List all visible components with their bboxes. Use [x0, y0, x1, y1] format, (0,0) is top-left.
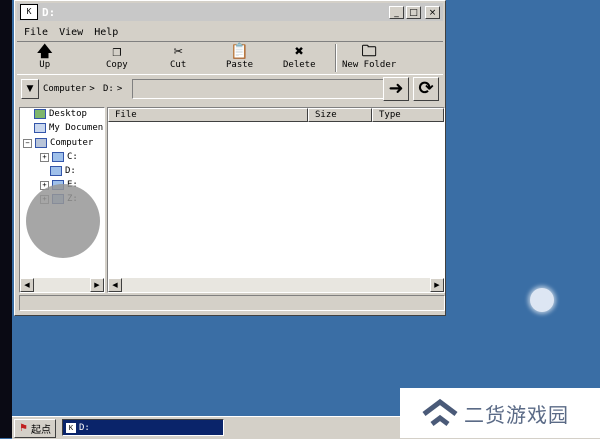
close-button[interactable]: × — [425, 5, 440, 19]
tree-item-label: C: — [67, 152, 78, 162]
drive-icon — [52, 152, 64, 162]
copy-button[interactable]: ❐ Copy — [106, 42, 128, 71]
menu-view[interactable]: View — [59, 27, 83, 38]
up-label: Up — [39, 60, 51, 70]
crumb-computer[interactable]: Computer > — [43, 79, 95, 99]
cut-button[interactable]: ✂ Cut — [170, 42, 187, 71]
refresh-icon: ⟳ — [418, 78, 434, 99]
toolbar-separator — [335, 44, 337, 72]
paste-label: Paste — [226, 60, 254, 70]
paste-icon: 📋 — [230, 42, 249, 60]
watermark: 二货游戏园 — [400, 388, 600, 438]
history-dropdown-button[interactable]: ▼ — [21, 79, 39, 99]
crumb-drive-d[interactable]: D: > — [103, 79, 122, 99]
computer-icon — [35, 138, 47, 148]
refresh-button[interactable]: ⟳ — [413, 77, 439, 101]
scroll-right-button[interactable]: ▶ — [90, 278, 104, 292]
window-title: D: — [42, 5, 56, 19]
file-list[interactable]: File Size Type ◀ ▶ — [107, 107, 445, 293]
scroll-left-button[interactable]: ◀ — [108, 278, 122, 292]
watermark-logo-icon — [422, 398, 458, 426]
screen-left-edge — [0, 0, 12, 438]
scroll-right-button[interactable]: ▶ — [430, 278, 444, 292]
toolbar: 🡅 Up ❐ Copy ✂ Cut 📋 Paste ✖ Delete 🗀 New… — [17, 41, 443, 75]
start-label: 起点 — [30, 425, 51, 436]
maximize-button[interactable]: □ — [406, 5, 421, 19]
up-button[interactable]: 🡅 Up — [37, 42, 53, 71]
start-flag-icon: ⚑ — [19, 423, 28, 434]
arrow-right-icon: ▶ — [434, 281, 440, 289]
tree-item-label: Desktop — [49, 109, 87, 119]
scroll-left-button[interactable]: ◀ — [20, 278, 34, 292]
tree-item-label: My Documen — [49, 123, 104, 133]
file-list-horizontal-scrollbar[interactable]: ◀ ▶ — [108, 278, 444, 292]
my-documents-icon — [34, 123, 46, 133]
tree-horizontal-scrollbar[interactable]: ◀ ▶ — [20, 278, 104, 292]
copy-label: Copy — [106, 60, 128, 70]
chevron-right-icon: > — [89, 84, 95, 94]
column-header-size[interactable]: Size — [308, 108, 372, 122]
expand-icon[interactable]: + — [40, 152, 49, 162]
menu-file[interactable]: File — [24, 27, 48, 38]
watermark-text: 二货游戏园 — [464, 402, 569, 427]
tree-item-label: Computer — [50, 138, 94, 148]
address-bar: ▼ Computer > D: > ➜ ⟳ — [17, 75, 443, 103]
chevron-right-icon: > — [116, 84, 123, 94]
window-icon: K — [66, 422, 76, 433]
paste-button[interactable]: 📋 Paste — [226, 42, 254, 71]
column-header-type[interactable]: Type — [372, 108, 444, 122]
desktop-touch-indicator — [530, 288, 554, 312]
tree-item-drive-d[interactable]: D: — [50, 166, 76, 176]
tree-item-my-documents[interactable]: My Documen — [34, 123, 103, 133]
collapse-icon[interactable]: − — [23, 138, 32, 148]
start-button[interactable]: ⚑ 起点 — [14, 419, 56, 438]
menu-bar: File View Help — [17, 23, 443, 41]
title-bar[interactable]: K D: _ □ × — [17, 3, 443, 21]
delete-button[interactable]: ✖ Delete — [283, 42, 316, 71]
taskbar-window-label: D: — [79, 422, 90, 433]
crumb-drive-d-label: D: — [103, 84, 114, 94]
arrow-left-icon: ◀ — [24, 281, 30, 289]
status-bar — [19, 295, 445, 311]
minimize-button[interactable]: _ — [389, 5, 404, 19]
copy-icon: ❐ — [112, 42, 122, 60]
file-manager-window: K D: _ □ × File View Help 🡅 Up ❐ Copy ✂ … — [14, 0, 446, 316]
arrow-left-icon: ◀ — [112, 281, 118, 289]
tree-item-desktop[interactable]: Desktop — [34, 109, 87, 119]
delete-label: Delete — [283, 60, 316, 70]
app-icon[interactable]: K — [20, 4, 38, 20]
taskbar-window-button[interactable]: K D: — [62, 419, 224, 436]
new-folder-label: New Folder — [342, 60, 397, 70]
tree-item-drive-c[interactable]: + C: — [40, 152, 78, 162]
cut-label: Cut — [170, 60, 187, 70]
go-button[interactable]: ➜ — [383, 77, 409, 101]
new-folder-button[interactable]: 🗀 New Folder — [342, 42, 397, 71]
scissors-icon: ✂ — [173, 42, 183, 60]
delete-icon: ✖ — [294, 42, 304, 60]
tree-item-label: D: — [65, 166, 76, 176]
drive-icon — [50, 166, 62, 176]
address-input[interactable] — [132, 79, 394, 99]
column-header-file[interactable]: File — [108, 108, 308, 122]
arrow-right-icon: ➜ — [388, 78, 404, 99]
tree-item-computer[interactable]: − Computer — [23, 138, 93, 148]
arrow-right-icon: ▶ — [94, 281, 100, 289]
menu-help[interactable]: Help — [94, 27, 118, 38]
desktop-icon — [34, 109, 46, 119]
touch-cursor-indicator — [26, 184, 100, 258]
crumb-computer-label: Computer — [43, 84, 87, 94]
new-folder-icon: 🗀 — [361, 42, 377, 60]
up-arrow-icon: 🡅 — [37, 42, 53, 60]
